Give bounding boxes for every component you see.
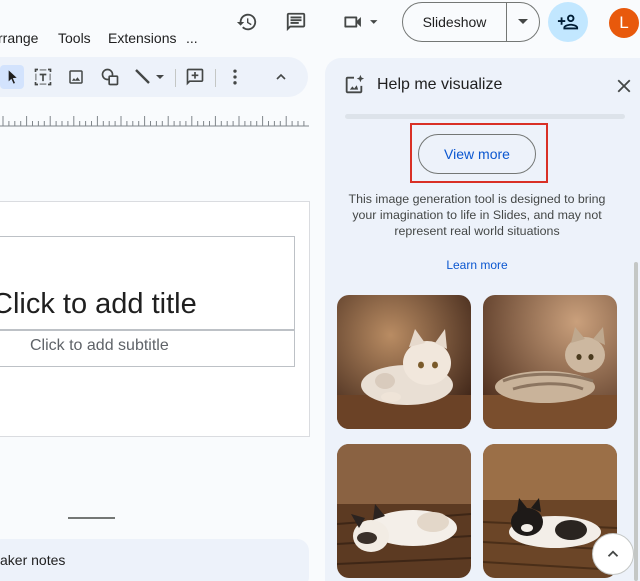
close-icon[interactable]: [613, 75, 635, 97]
history-icon[interactable]: [235, 10, 259, 34]
menu-extensions[interactable]: Extensions: [108, 30, 176, 46]
menu-more[interactable]: ...: [186, 30, 198, 46]
disclaimer-text: This image generation tool is designed t…: [348, 192, 606, 238]
ruler: [0, 116, 309, 127]
panel-scrollbar[interactable]: [634, 262, 638, 581]
toolbar: [0, 57, 308, 97]
person-add-icon: [557, 14, 579, 30]
learn-more-link[interactable]: Learn more: [341, 258, 613, 272]
menu-arrange[interactable]: rrange: [0, 30, 38, 46]
cat-image-1[interactable]: [337, 295, 471, 429]
cat-image-2[interactable]: [483, 295, 617, 429]
slideshow-button[interactable]: Slideshow: [402, 2, 540, 42]
image-sparkle-icon: [343, 74, 365, 96]
videocam-icon[interactable]: [338, 10, 382, 34]
app-window: rrange Tools Extensions ... Slideshow L: [0, 0, 640, 581]
more-vert-icon[interactable]: [223, 65, 247, 89]
image-icon[interactable]: [64, 65, 88, 89]
chevron-up-icon[interactable]: [269, 65, 293, 89]
shapes-icon[interactable]: [98, 65, 122, 89]
cat-image-3[interactable]: [337, 444, 471, 578]
line-icon[interactable]: [132, 65, 166, 89]
new-comment-icon[interactable]: [183, 65, 207, 89]
share-button[interactable]: [548, 2, 588, 42]
comment-icon[interactable]: [284, 10, 308, 34]
panel-title: Help me visualize: [377, 76, 503, 93]
toolbar-separator: [215, 69, 216, 87]
chevron-up-icon: [607, 550, 619, 557]
speaker-notes-label[interactable]: aker notes: [0, 552, 65, 568]
slideshow-label[interactable]: Slideshow: [403, 14, 506, 30]
panel-divider: [345, 114, 625, 119]
toolbar-separator: [175, 69, 176, 87]
notes-resize-handle[interactable]: [68, 517, 115, 519]
menu-tools[interactable]: Tools: [58, 30, 91, 46]
subtitle-placeholder[interactable]: Click to add subtitle: [30, 337, 169, 355]
view-more-button[interactable]: View more: [418, 134, 536, 174]
text-box-icon[interactable]: [31, 65, 55, 89]
avatar[interactable]: L: [609, 8, 639, 38]
scroll-up-button[interactable]: [592, 533, 634, 575]
title-placeholder[interactable]: Click to add title: [0, 288, 197, 321]
select-cursor-icon[interactable]: [0, 65, 24, 89]
slideshow-dropdown-icon[interactable]: [507, 18, 539, 26]
